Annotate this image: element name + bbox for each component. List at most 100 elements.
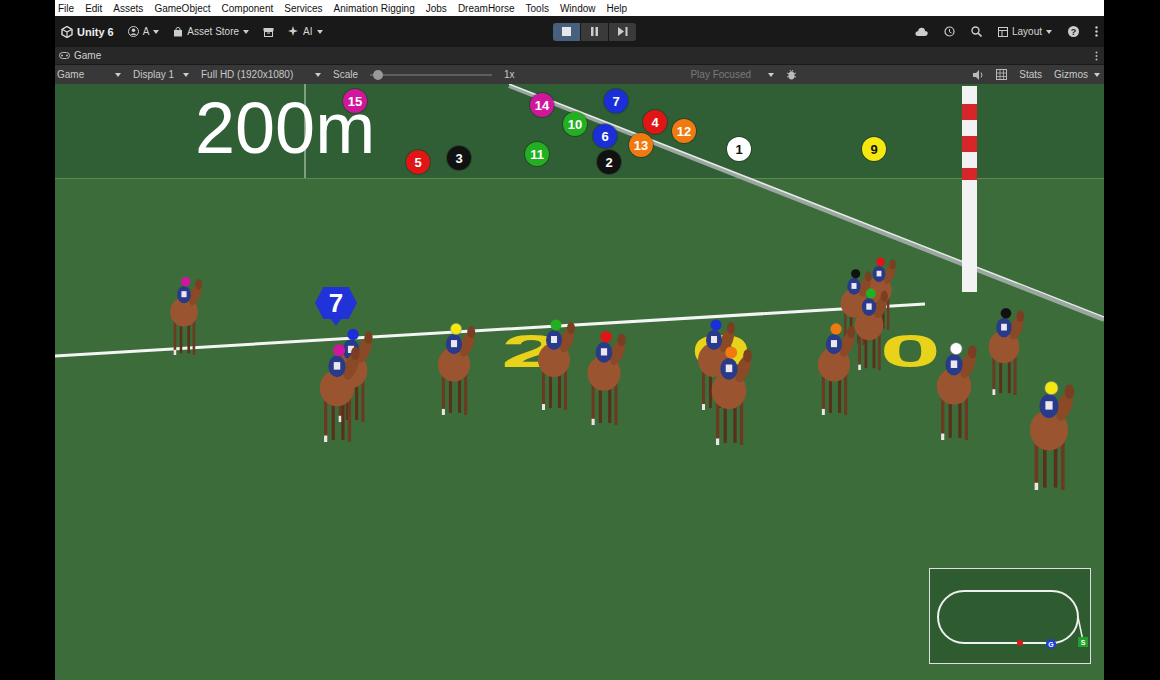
more-icon[interactable] (1095, 26, 1098, 37)
horse-position-marker: 15 (343, 89, 367, 113)
menu-item[interactable]: Assets (113, 3, 143, 14)
horse[interactable] (587, 331, 628, 425)
ai-dropdown[interactable]: AI (288, 26, 322, 37)
cloud-icon[interactable] (915, 27, 928, 36)
sparkle-icon (288, 26, 299, 37)
horse[interactable] (170, 277, 204, 355)
horse[interactable] (438, 323, 478, 415)
track-map (930, 569, 1090, 663)
focus-marker: 7 (315, 287, 357, 326)
horse-position-marker: 6 (593, 124, 617, 148)
horse-position-marker: 4 (643, 110, 667, 134)
menu-item[interactable]: File (58, 3, 74, 14)
grid-icon[interactable] (996, 69, 1007, 80)
stop-button[interactable] (553, 23, 580, 41)
horse-position-marker: 7 (604, 89, 628, 113)
game-toolbar: Game Display 1 Full HD (1920x1080) Scale… (55, 65, 1104, 84)
play-controls (553, 23, 636, 41)
resolution-dropdown[interactable]: Full HD (1920x1080) (201, 69, 321, 80)
jockey-cap (851, 269, 860, 278)
horse[interactable] (712, 347, 755, 445)
view-dropdown[interactable]: Game (57, 69, 121, 80)
distance-pole (962, 86, 977, 292)
unity-account[interactable]: Unity 6 (61, 26, 114, 38)
inner-rail (509, 86, 1104, 320)
jockey-cap (950, 343, 962, 355)
app-name: Unity 6 (77, 26, 114, 38)
package-button[interactable] (263, 27, 274, 37)
caret-icon (115, 73, 121, 77)
letterbox-left (0, 0, 55, 680)
caret-icon (317, 30, 323, 34)
horse-position-marker: 5 (406, 150, 430, 174)
step-button[interactable] (609, 23, 636, 41)
history-icon[interactable] (944, 26, 955, 37)
menu-item[interactable]: DreamHorse (458, 3, 515, 14)
help-button[interactable]: ? (1068, 26, 1079, 37)
search-icon[interactable] (971, 26, 982, 37)
bag-icon (173, 26, 183, 37)
horse[interactable] (855, 289, 890, 370)
menu-item[interactable]: Tools (526, 3, 549, 14)
menu-item[interactable]: Edit (85, 3, 102, 14)
display-dropdown[interactable]: Display 1 (133, 69, 189, 80)
play-mode-dropdown[interactable]: Play Focused (690, 69, 774, 80)
jockey-cap (551, 320, 562, 331)
horse-position-marker: 3 (447, 146, 471, 170)
horse[interactable] (1030, 381, 1077, 490)
goal-marker: G (1046, 639, 1056, 649)
horse-position-marker: 14 (530, 93, 554, 117)
caret-icon (153, 30, 159, 34)
menu-item[interactable]: Jobs (426, 3, 447, 14)
jockey-cap (347, 329, 358, 340)
jockey-cap (1001, 308, 1012, 319)
game-tab[interactable]: Game (59, 50, 101, 61)
horse-position-marker: 11 (525, 142, 549, 166)
pause-button[interactable] (581, 23, 608, 41)
gizmos-dropdown[interactable]: Gizmos (1054, 69, 1100, 80)
speaker-icon[interactable] (973, 70, 984, 80)
game-view: 200 200m 15531114107624131219 7 G S (55, 84, 1104, 680)
horse[interactable] (320, 344, 362, 442)
caret-icon (768, 73, 774, 77)
minimap: G S (929, 568, 1091, 664)
horse[interactable] (538, 320, 577, 411)
horse-position-marker: 13 (629, 133, 653, 157)
menu-item[interactable]: Animation Rigging (334, 3, 415, 14)
horse-position-marker: 10 (563, 112, 587, 136)
jockey-cap (1045, 381, 1058, 394)
horse-position-marker: 9 (862, 137, 886, 161)
slider-knob[interactable] (373, 70, 383, 80)
menu-item[interactable]: Component (222, 3, 274, 14)
scale-slider[interactable] (370, 70, 492, 80)
jockey-cap (725, 347, 737, 359)
caret-icon (1094, 73, 1100, 77)
unity-editor: File Edit Assets GameObject Component Service… (55, 0, 1104, 680)
caret-icon (315, 73, 321, 77)
scale-label: Scale (333, 69, 358, 80)
stop-icon (562, 27, 571, 36)
menu-item[interactable]: Help (607, 3, 628, 14)
asset-store-dropdown[interactable]: Asset Store (173, 26, 249, 37)
menu-bar: File Edit Assets GameObject Component Service… (55, 0, 1104, 16)
caret-icon (243, 30, 249, 34)
account-dropdown[interactable]: A (128, 26, 160, 37)
layout-dropdown[interactable]: Layout (998, 26, 1052, 37)
main-toolbar: Unity 6 A Asset Store AI Layout ? (55, 16, 1104, 47)
jockey-cap (181, 277, 190, 286)
menu-item[interactable]: GameObject (154, 3, 210, 14)
letterbox-right (1104, 0, 1160, 680)
menu-item[interactable]: Window (560, 3, 596, 14)
horse[interactable] (818, 323, 858, 415)
caret-icon (183, 73, 189, 77)
tab-row: Game (55, 47, 1104, 65)
scale-value: 1x (504, 69, 515, 80)
package-icon (263, 27, 274, 37)
stats-button[interactable]: Stats (1019, 69, 1042, 80)
user-icon (128, 26, 139, 37)
menu-item[interactable]: Services (284, 3, 322, 14)
horse[interactable] (937, 343, 979, 440)
horse[interactable] (989, 308, 1027, 395)
bug-icon[interactable] (786, 69, 797, 80)
tab-menu-icon[interactable] (1095, 51, 1098, 61)
